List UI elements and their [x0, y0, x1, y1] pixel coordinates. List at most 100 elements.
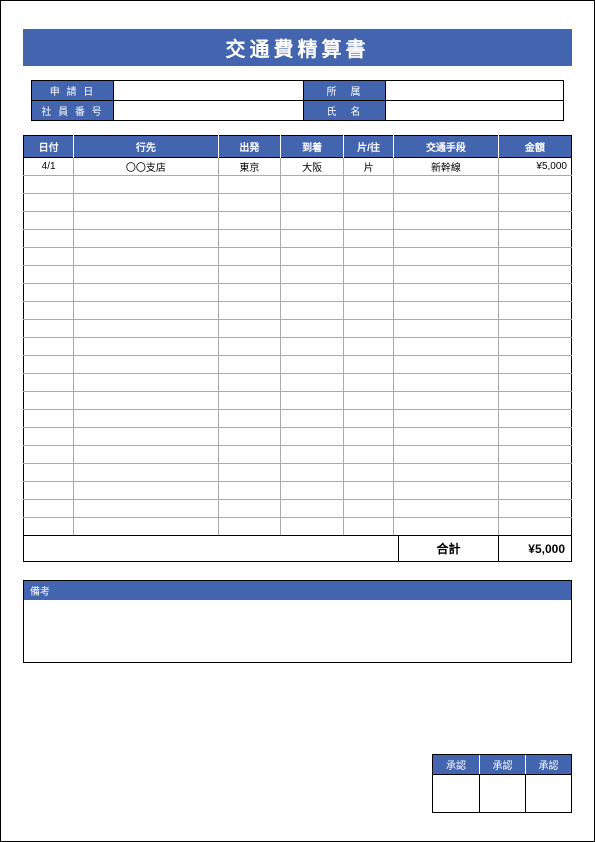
cell-departure[interactable] [218, 356, 281, 374]
cell-date[interactable] [24, 356, 74, 374]
cell-transport[interactable] [394, 176, 499, 194]
cell-arrival[interactable] [281, 446, 344, 464]
cell-transport[interactable] [394, 320, 499, 338]
cell-destination[interactable] [74, 338, 218, 356]
cell-amount[interactable] [498, 392, 571, 410]
cell-arrival[interactable] [281, 284, 344, 302]
cell-transport[interactable] [394, 266, 499, 284]
cell-amount[interactable] [498, 482, 571, 500]
cell-destination[interactable] [74, 374, 218, 392]
cell-date[interactable] [24, 392, 74, 410]
cell-date[interactable] [24, 248, 74, 266]
cell-amount[interactable] [498, 338, 571, 356]
cell-transport[interactable] [394, 284, 499, 302]
cell-oneway_round[interactable] [343, 248, 393, 266]
cell-transport[interactable] [394, 356, 499, 374]
cell-arrival[interactable] [281, 518, 344, 536]
cell-arrival[interactable] [281, 464, 344, 482]
cell-oneway_round[interactable] [343, 392, 393, 410]
cell-oneway_round[interactable] [343, 212, 393, 230]
cell-date[interactable] [24, 464, 74, 482]
cell-amount[interactable] [498, 176, 571, 194]
cell-destination[interactable] [74, 446, 218, 464]
cell-date[interactable] [24, 230, 74, 248]
cell-destination[interactable] [74, 482, 218, 500]
cell-departure[interactable] [218, 230, 281, 248]
cell-arrival[interactable] [281, 194, 344, 212]
cell-transport[interactable]: 新幹線 [394, 158, 499, 176]
cell-destination[interactable] [74, 212, 218, 230]
cell-date[interactable] [24, 212, 74, 230]
cell-arrival[interactable] [281, 212, 344, 230]
cell-oneway_round[interactable] [343, 464, 393, 482]
cell-oneway_round[interactable] [343, 428, 393, 446]
cell-amount[interactable] [498, 518, 571, 536]
cell-oneway_round[interactable] [343, 446, 393, 464]
cell-transport[interactable] [394, 302, 499, 320]
value-department[interactable] [386, 81, 563, 100]
cell-oneway_round[interactable] [343, 230, 393, 248]
cell-amount[interactable] [498, 266, 571, 284]
cell-destination[interactable] [74, 284, 218, 302]
cell-destination[interactable] [74, 176, 218, 194]
cell-transport[interactable] [394, 230, 499, 248]
cell-transport[interactable] [394, 338, 499, 356]
cell-arrival[interactable] [281, 392, 344, 410]
value-employee-number[interactable] [114, 101, 304, 120]
cell-departure[interactable] [218, 248, 281, 266]
cell-date[interactable] [24, 482, 74, 500]
cell-departure[interactable] [218, 482, 281, 500]
cell-departure[interactable] [218, 374, 281, 392]
cell-departure[interactable] [218, 320, 281, 338]
cell-arrival[interactable] [281, 374, 344, 392]
cell-date[interactable] [24, 194, 74, 212]
cell-date[interactable] [24, 176, 74, 194]
value-application-date[interactable] [114, 81, 304, 100]
cell-departure[interactable] [218, 446, 281, 464]
cell-oneway_round[interactable] [343, 302, 393, 320]
cell-arrival[interactable] [281, 428, 344, 446]
cell-date[interactable] [24, 518, 74, 536]
cell-arrival[interactable] [281, 410, 344, 428]
cell-transport[interactable] [394, 482, 499, 500]
cell-oneway_round[interactable] [343, 194, 393, 212]
cell-arrival[interactable] [281, 482, 344, 500]
cell-arrival[interactable] [281, 248, 344, 266]
cell-arrival[interactable] [281, 230, 344, 248]
cell-destination[interactable] [74, 356, 218, 374]
cell-destination[interactable] [74, 302, 218, 320]
cell-oneway_round[interactable]: 片 [343, 158, 393, 176]
cell-destination[interactable] [74, 320, 218, 338]
cell-departure[interactable] [218, 266, 281, 284]
cell-oneway_round[interactable] [343, 320, 393, 338]
cell-amount[interactable] [498, 428, 571, 446]
cell-arrival[interactable] [281, 302, 344, 320]
cell-transport[interactable] [394, 428, 499, 446]
cell-oneway_round[interactable] [343, 482, 393, 500]
cell-date[interactable] [24, 500, 74, 518]
cell-departure[interactable] [218, 194, 281, 212]
cell-amount[interactable] [498, 446, 571, 464]
cell-date[interactable] [24, 302, 74, 320]
cell-amount[interactable] [498, 374, 571, 392]
cell-transport[interactable] [394, 464, 499, 482]
cell-transport[interactable] [394, 500, 499, 518]
cell-destination[interactable] [74, 410, 218, 428]
cell-destination[interactable] [74, 392, 218, 410]
cell-destination[interactable] [74, 464, 218, 482]
cell-departure[interactable] [218, 176, 281, 194]
cell-transport[interactable] [394, 410, 499, 428]
cell-oneway_round[interactable] [343, 374, 393, 392]
approval-stamp-1[interactable] [433, 774, 479, 812]
cell-oneway_round[interactable] [343, 410, 393, 428]
cell-departure[interactable]: 東京 [218, 158, 281, 176]
approval-stamp-3[interactable] [525, 774, 571, 812]
value-name[interactable] [386, 101, 563, 120]
cell-transport[interactable] [394, 248, 499, 266]
cell-amount[interactable] [498, 410, 571, 428]
cell-amount[interactable] [498, 464, 571, 482]
cell-transport[interactable] [394, 194, 499, 212]
cell-arrival[interactable] [281, 176, 344, 194]
cell-departure[interactable] [218, 518, 281, 536]
cell-departure[interactable] [218, 392, 281, 410]
